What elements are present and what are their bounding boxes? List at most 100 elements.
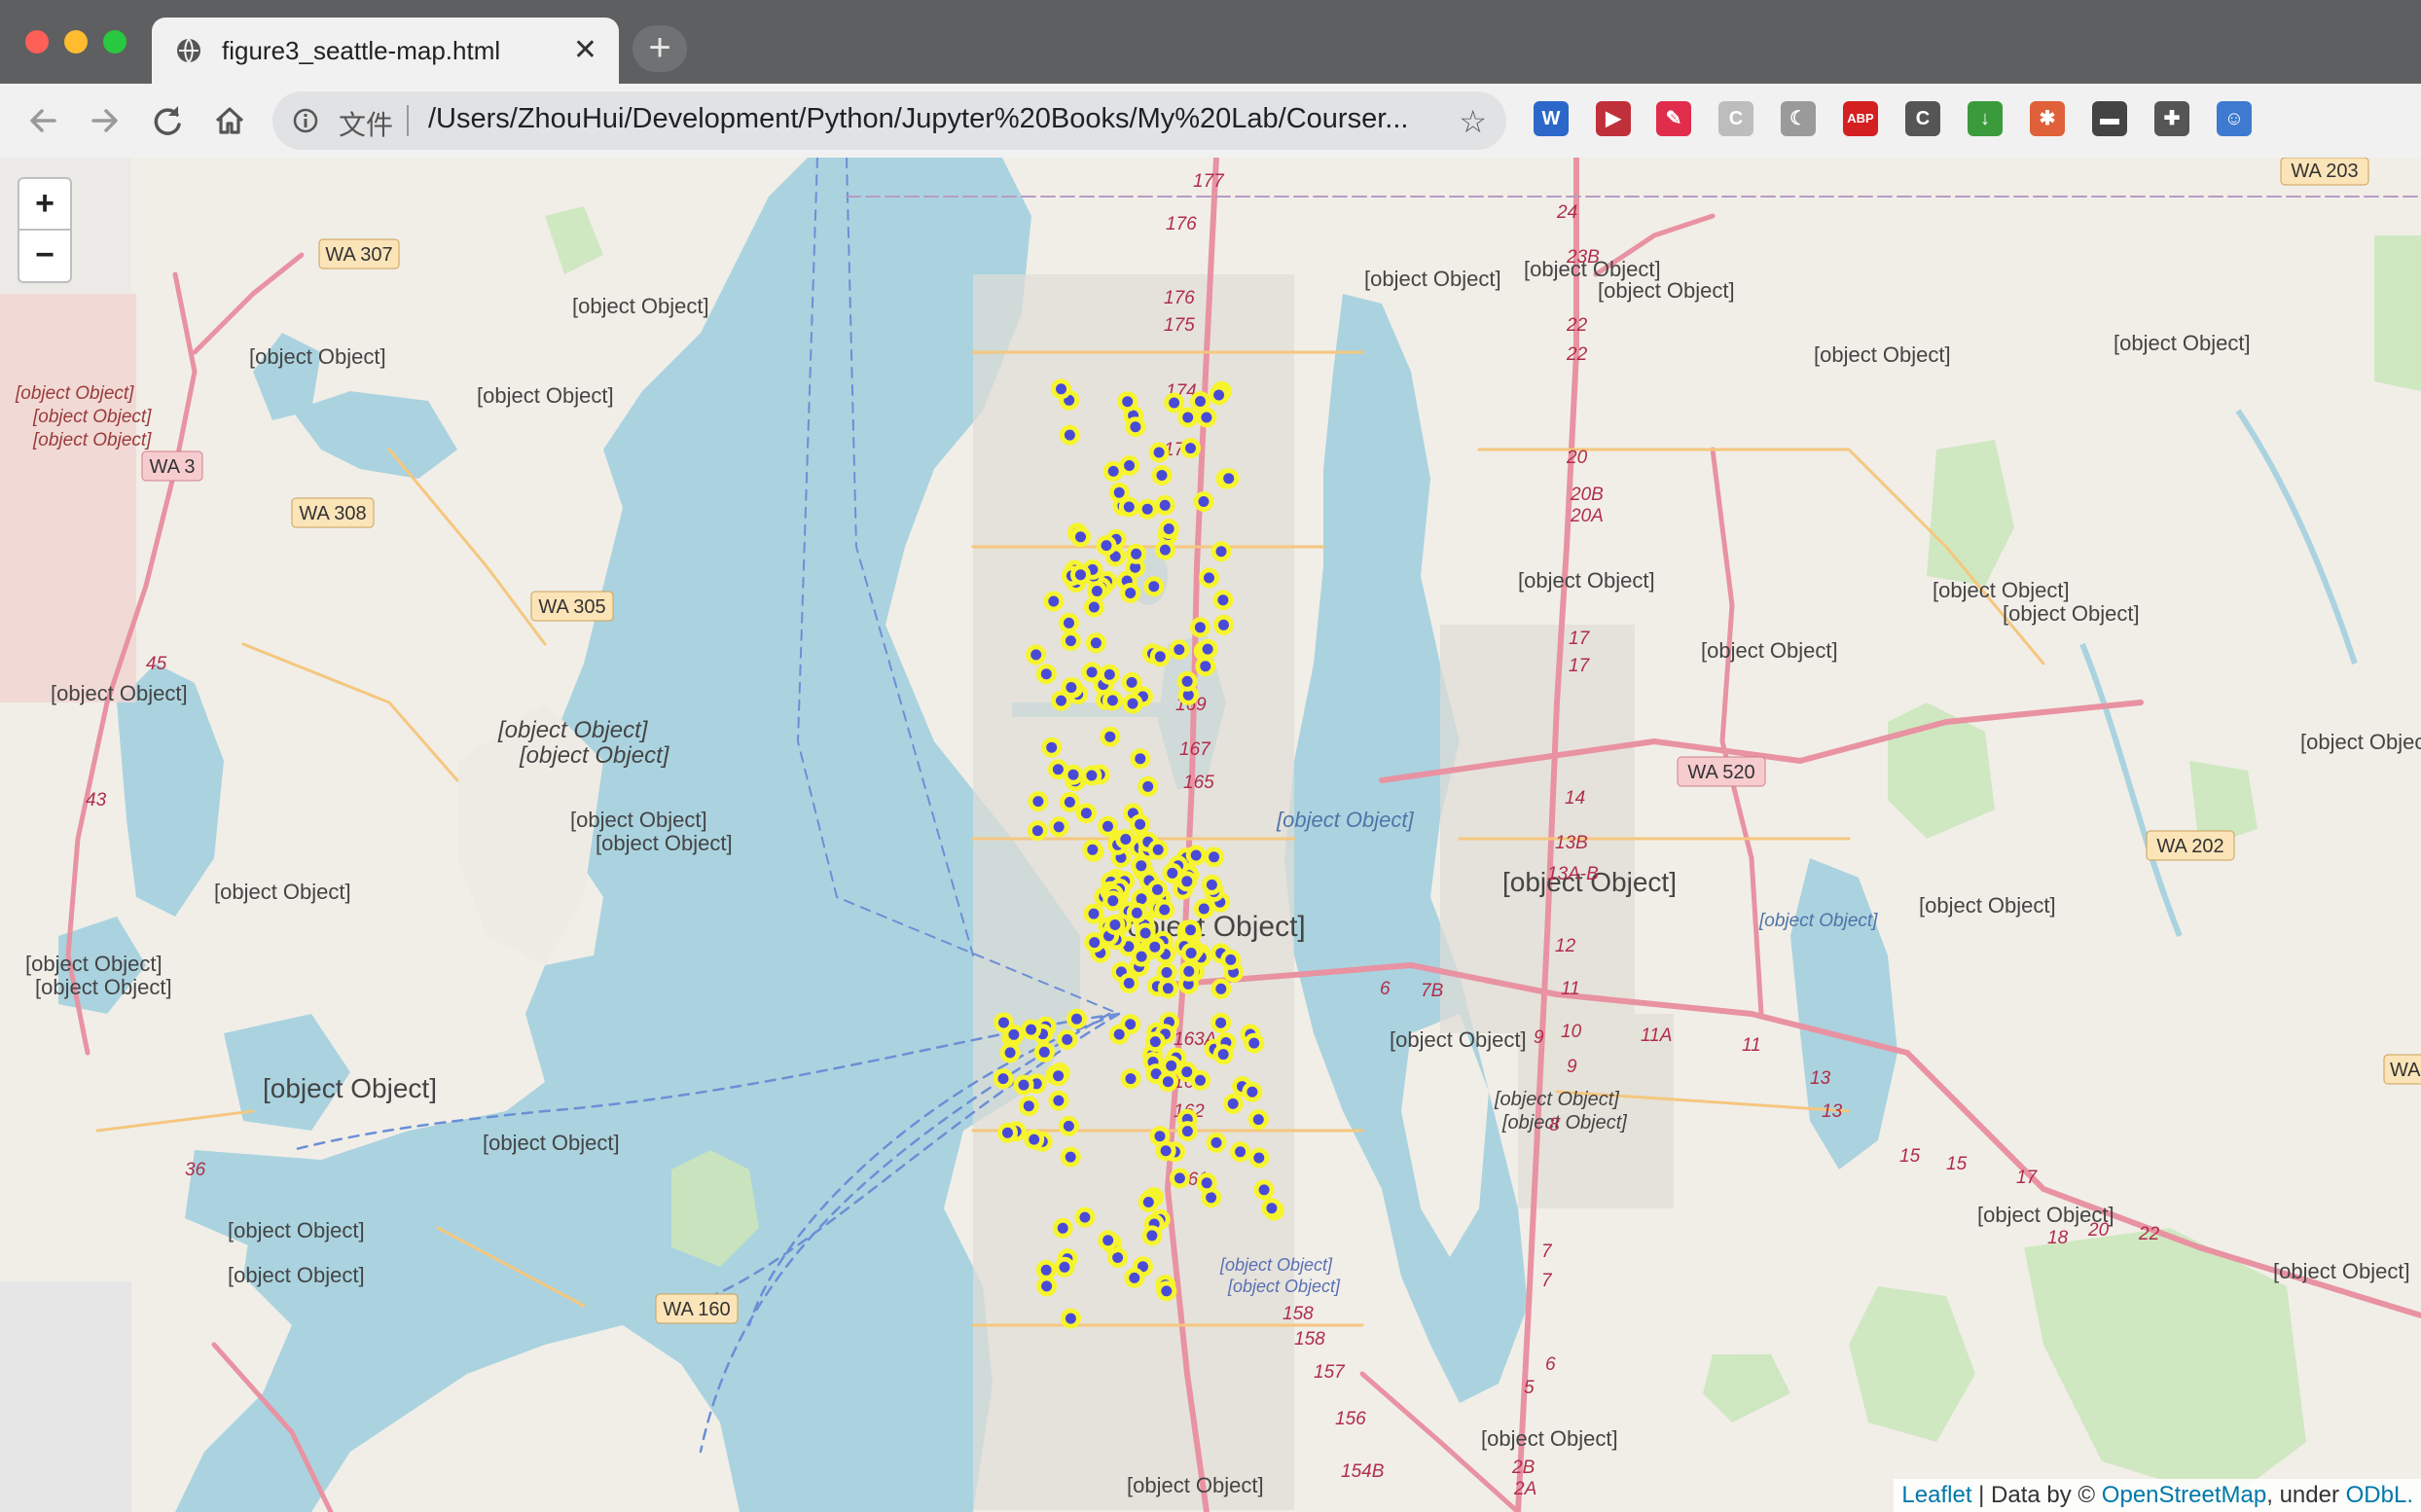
location-marker[interactable] [1122, 693, 1143, 714]
location-marker[interactable] [1060, 630, 1081, 652]
feather-icon[interactable]: ✎ [1656, 101, 1691, 136]
location-marker[interactable] [997, 1122, 1018, 1143]
location-marker[interactable] [1003, 1024, 1025, 1045]
location-marker[interactable] [1125, 416, 1146, 438]
location-marker[interactable] [1212, 1044, 1234, 1065]
back-arrow-icon[interactable] [23, 101, 62, 140]
location-marker[interactable] [1261, 1198, 1283, 1219]
location-marker[interactable] [1169, 639, 1190, 661]
location-marker[interactable] [1149, 646, 1171, 667]
location-marker[interactable] [1213, 614, 1234, 635]
odbl-link[interactable]: ODbL. [2346, 1482, 2413, 1508]
location-marker[interactable] [1157, 1071, 1178, 1093]
location-marker[interactable] [1154, 494, 1175, 516]
location-marker[interactable] [1108, 1024, 1130, 1045]
incognito-icon[interactable]: ▬ [2092, 101, 2127, 136]
zoom-out-button[interactable]: − [18, 229, 72, 283]
location-marker[interactable] [1086, 581, 1107, 601]
zoom-in-button[interactable]: + [18, 177, 72, 232]
new-tab-button[interactable]: + [632, 25, 687, 72]
location-marker[interactable] [1130, 748, 1151, 770]
location-marker[interactable] [1220, 949, 1242, 970]
location-marker[interactable] [1176, 1121, 1198, 1142]
location-marker[interactable] [1206, 1132, 1227, 1153]
location-marker[interactable] [1138, 775, 1159, 797]
map-tiles[interactable]: WA 307 WA 3 WA 308 WA 305 WA 160 WA 520 … [0, 158, 2421, 1512]
location-marker[interactable] [1121, 671, 1142, 693]
location-marker[interactable] [1190, 391, 1210, 412]
w-extension-icon[interactable]: W [1534, 101, 1569, 136]
zoom-window-button[interactable] [103, 30, 126, 54]
location-marker[interactable] [1074, 1206, 1096, 1228]
location-marker[interactable] [1059, 424, 1080, 446]
location-marker[interactable] [1158, 519, 1179, 539]
translate-icon[interactable]: ↓ [1968, 101, 2003, 136]
minimize-window-button[interactable] [64, 30, 88, 54]
location-marker[interactable] [1124, 1267, 1145, 1288]
location-marker[interactable] [1083, 596, 1104, 618]
location-marker[interactable] [1230, 1141, 1251, 1163]
location-marker[interactable] [1060, 1146, 1081, 1168]
openstreetmap-link[interactable]: OpenStreetMap [2102, 1482, 2266, 1508]
location-marker[interactable] [1253, 1179, 1275, 1201]
location-marker[interactable] [1118, 973, 1139, 993]
location-marker[interactable] [1222, 1093, 1244, 1114]
location-marker[interactable] [1024, 1129, 1045, 1150]
location-marker[interactable] [1081, 662, 1102, 683]
location-marker[interactable] [1242, 1081, 1263, 1102]
info-icon[interactable] [292, 107, 319, 134]
location-marker[interactable] [1102, 690, 1123, 711]
location-marker[interactable] [1013, 1074, 1034, 1096]
location-marker[interactable] [1120, 583, 1141, 603]
location-marker[interactable] [1036, 1276, 1058, 1297]
close-tab-icon[interactable]: ✕ [573, 33, 597, 68]
location-marker[interactable] [1048, 1090, 1069, 1111]
location-marker[interactable] [1051, 690, 1071, 711]
location-marker[interactable] [1048, 1065, 1069, 1087]
location-marker[interactable] [1081, 765, 1102, 786]
location-marker[interactable] [1157, 978, 1178, 999]
location-marker[interactable] [1102, 890, 1124, 912]
location-marker[interactable] [1066, 1008, 1087, 1029]
location-marker[interactable] [1196, 1172, 1217, 1194]
c-square-icon[interactable]: C [1905, 101, 1940, 136]
location-marker[interactable] [1051, 378, 1071, 400]
location-marker[interactable] [1131, 946, 1152, 967]
location-marker[interactable] [1180, 919, 1201, 941]
location-marker[interactable] [1043, 591, 1065, 612]
location-marker[interactable] [1147, 839, 1169, 860]
location-marker[interactable] [1126, 902, 1147, 923]
forward-arrow-icon[interactable] [86, 101, 125, 140]
location-marker[interactable] [1210, 1012, 1232, 1033]
location-marker[interactable] [1177, 407, 1199, 428]
location-marker[interactable] [1083, 903, 1104, 924]
location-marker[interactable] [1126, 543, 1147, 564]
location-marker[interactable] [1120, 1068, 1141, 1090]
location-marker[interactable] [1035, 664, 1057, 685]
location-marker[interactable] [1054, 1256, 1075, 1278]
location-marker[interactable] [1218, 468, 1240, 489]
location-marker[interactable] [1212, 590, 1234, 611]
location-marker[interactable] [1021, 1019, 1042, 1040]
location-marker[interactable] [1156, 1280, 1177, 1302]
puzzle-icon[interactable]: ✚ [2154, 101, 2189, 136]
network-icon[interactable]: ✱ [2030, 101, 2065, 136]
location-marker[interactable] [1082, 839, 1103, 860]
location-marker[interactable] [1028, 791, 1049, 812]
location-marker[interactable] [1027, 820, 1048, 842]
location-marker[interactable] [1130, 813, 1151, 835]
location-marker[interactable] [1033, 1041, 1055, 1062]
c-circle-icon[interactable]: C [1718, 101, 1753, 136]
location-marker[interactable] [1138, 1192, 1159, 1212]
location-marker[interactable] [1099, 664, 1120, 685]
location-marker[interactable] [1052, 1217, 1073, 1239]
address-bar[interactable]: 文件 /Users/ZhouHui/Development/Python/Jup… [272, 91, 1506, 150]
location-marker[interactable] [1058, 1115, 1079, 1136]
location-marker[interactable] [1162, 862, 1183, 883]
location-marker[interactable] [1085, 632, 1106, 654]
location-marker[interactable] [1059, 791, 1080, 812]
url-text[interactable]: /Users/ZhouHui/Development/Python/Jupyte… [428, 103, 1421, 135]
location-marker[interactable] [1144, 1031, 1166, 1053]
location-marker[interactable] [1178, 960, 1200, 982]
location-marker[interactable] [1209, 384, 1230, 406]
